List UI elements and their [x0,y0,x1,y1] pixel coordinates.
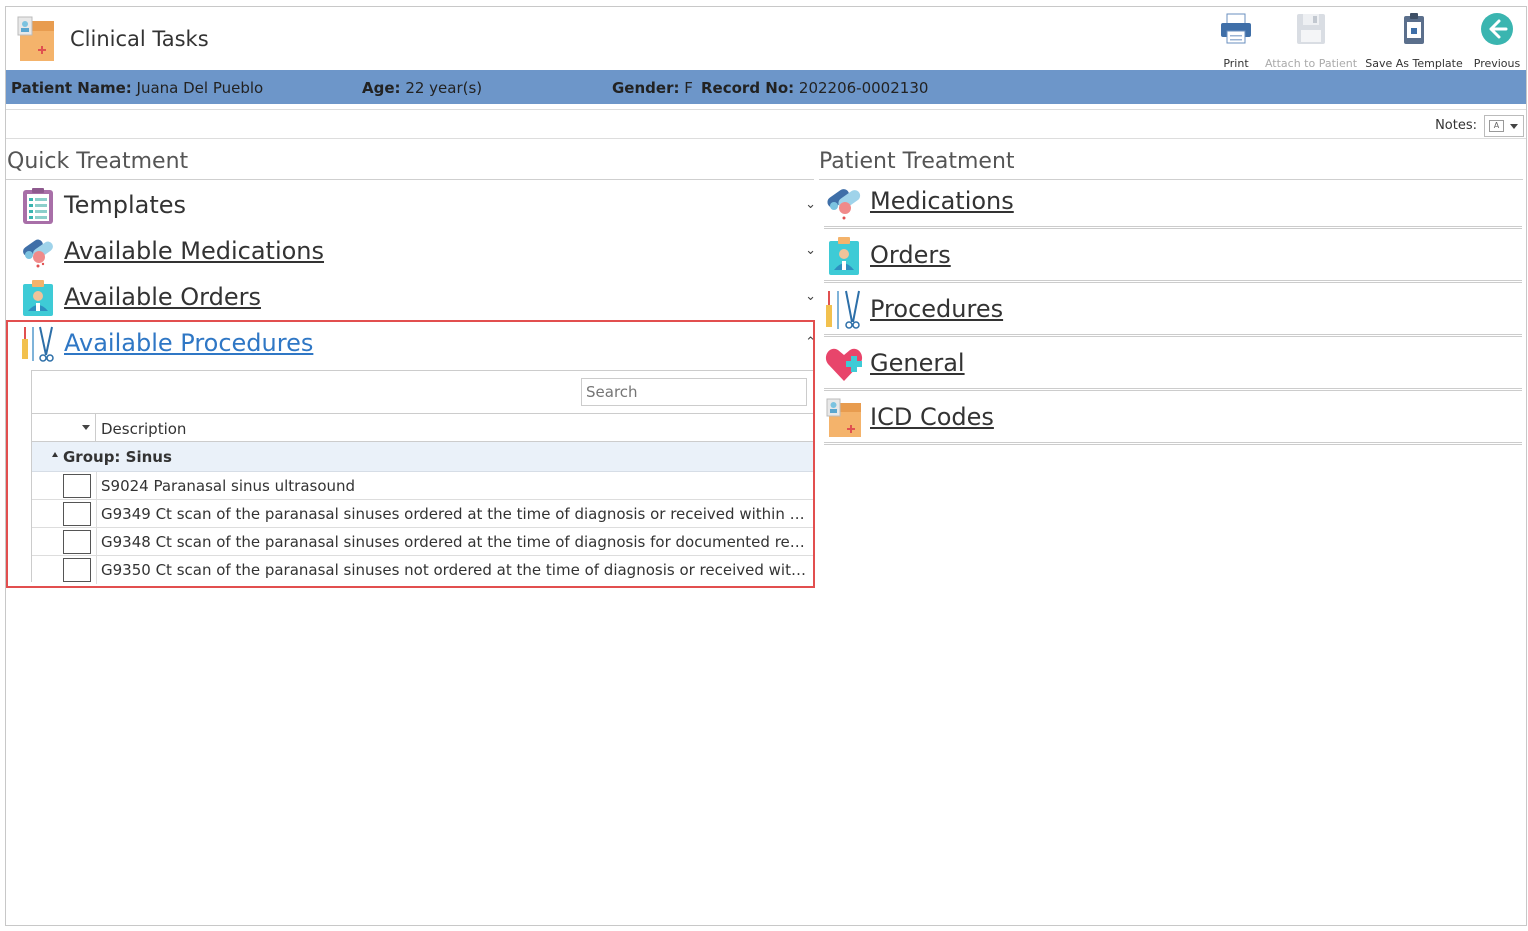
save-as-template-label: Save As Template [1365,57,1463,70]
select-column-header[interactable] [32,414,96,441]
attach-to-patient-label: Attach to Patient [1264,57,1358,70]
chevron-down-icon[interactable]: ⌄ [805,289,816,304]
chevron-up-icon[interactable]: ⌃ [805,335,816,350]
procedure-description: G9349 Ct scan of the paranasal sinuses o… [101,505,809,523]
row-checkbox[interactable] [63,502,91,526]
patient-record-value: 202206-0002130 [798,79,929,97]
chevron-down-icon [1510,124,1518,129]
notes-label: Notes: [1435,118,1477,133]
doctor-badge-icon [23,280,53,316]
attach-to-patient-button[interactable]: Attach to Patient [1264,9,1358,70]
procedure-description: S9024 Paranasal sinus ultrasound [101,477,356,495]
row-checkbox[interactable] [63,474,91,498]
group-row[interactable]: Group: Sinus [32,442,813,472]
surgical-tools-icon [826,290,860,329]
printer-icon [1221,13,1251,44]
patient-age-label: Age: [362,79,401,97]
patient-name: Patient Name: Juana Del Pueblo [11,79,263,97]
pills-icon [827,189,861,220]
grid-header: Description [32,414,813,442]
notes-row: Notes: A [6,109,1526,139]
procedures-grid: Description Group: Sinus S9024 Paranasal… [31,370,813,584]
medical-folder-icon [17,16,54,61]
patient-gender: Gender: F [612,79,693,97]
cell-divider [96,556,97,584]
save-as-template-button[interactable]: Save As Template [1364,9,1464,70]
description-column-header[interactable]: Description [101,420,186,438]
procedure-description: G9348 Ct scan of the paranasal sinuses o… [101,533,809,551]
heart-plus-icon [825,348,863,381]
patient-gender-label: Gender: [612,79,680,97]
notes-dropdown[interactable]: A [1484,115,1524,137]
quick-item-available-orders[interactable]: Available Orders ⌄ [18,275,816,319]
patient-record: Record No: 202206-0002130 [701,79,928,97]
table-row[interactable]: G9349 Ct scan of the paranasal sinuses o… [32,500,813,528]
surgical-tools-icon [22,326,54,362]
collapse-triangle-icon[interactable] [52,452,58,457]
table-row[interactable]: G9350 Ct scan of the paranasal sinuses n… [32,556,813,584]
item-divider [824,442,1522,445]
procedure-description: G9350 Ct scan of the paranasal sinuses n… [101,561,809,579]
patient-name-value: Juana Del Pueblo [136,79,264,97]
clipboard-list-icon [23,188,53,224]
search-input[interactable] [581,378,807,406]
floppy-disk-icon [1297,14,1325,44]
cell-divider [96,500,97,528]
grid-search-row [32,370,813,414]
patient-item-orders[interactable]: Orders [824,233,1522,287]
quick-item-label: Available Medications [64,237,325,265]
app-header: Clinical Tasks Print Attach to Patient S… [6,7,1526,70]
quick-item-available-procedures[interactable]: Available Procedures ⌃ [18,321,816,365]
patient-record-label: Record No: [701,79,795,97]
patient-item-label: Medications [870,187,1014,215]
table-row[interactable]: G9348 Ct scan of the paranasal sinuses o… [32,528,813,556]
patient-item-label: Procedures [870,295,1004,323]
item-divider [824,226,1522,229]
page-title: Clinical Tasks [70,27,209,51]
group-label: Group: Sinus [63,448,172,466]
print-label: Print [1223,57,1249,70]
pills-icon [23,239,53,268]
quick-treatment-title: Quick Treatment [7,149,189,174]
chevron-down-icon[interactable]: ⌄ [805,197,816,212]
item-divider [824,388,1522,391]
medical-folder-icon [826,398,861,437]
patient-item-medications[interactable]: Medications [824,179,1522,233]
quick-item-label: Available Orders [64,283,261,311]
patient-name-label: Patient Name: [11,79,132,97]
quick-item-templates[interactable]: Templates ⌄ [18,183,816,227]
chevron-down-icon[interactable]: ⌄ [805,243,816,258]
item-divider [824,334,1522,337]
patient-gender-value: F [684,79,693,97]
patient-item-label: Orders [870,241,951,269]
quick-item-available-medications[interactable]: Available Medications ⌄ [18,229,816,273]
table-row[interactable]: S9024 Paranasal sinus ultrasound [32,472,813,500]
row-checkbox[interactable] [63,558,91,582]
previous-label: Previous [1473,57,1521,70]
print-button[interactable]: Print [1210,9,1262,70]
arrow-left-circle-icon [1481,13,1513,45]
patient-item-general[interactable]: General [824,341,1522,395]
app-window: Clinical Tasks Print Attach to Patient S… [5,6,1527,926]
note-text-icon: A [1489,120,1504,132]
quick-item-label: Templates [64,191,187,219]
patient-item-procedures[interactable]: Procedures [824,287,1522,341]
dropdown-arrow-icon [82,425,90,430]
quick-treatment-divider [6,179,814,180]
patient-item-label: General [870,349,965,377]
patient-item-icd-codes[interactable]: ICD Codes [824,395,1522,449]
patient-treatment-title: Patient Treatment [819,149,1015,174]
template-save-icon [1404,13,1424,44]
quick-item-label: Available Procedures [64,329,314,357]
cell-divider [96,528,97,556]
row-checkbox[interactable] [63,530,91,554]
cell-divider [96,472,97,500]
previous-button[interactable]: Previous [1468,9,1526,70]
patient-item-label: ICD Codes [870,403,994,431]
patient-age: Age: 22 year(s) [362,79,482,97]
patient-age-value: 22 year(s) [405,79,483,97]
patient-info-bar: Patient Name: Juana Del Pueblo Age: 22 y… [6,70,1526,104]
doctor-badge-icon [829,237,859,275]
item-divider [824,280,1522,283]
